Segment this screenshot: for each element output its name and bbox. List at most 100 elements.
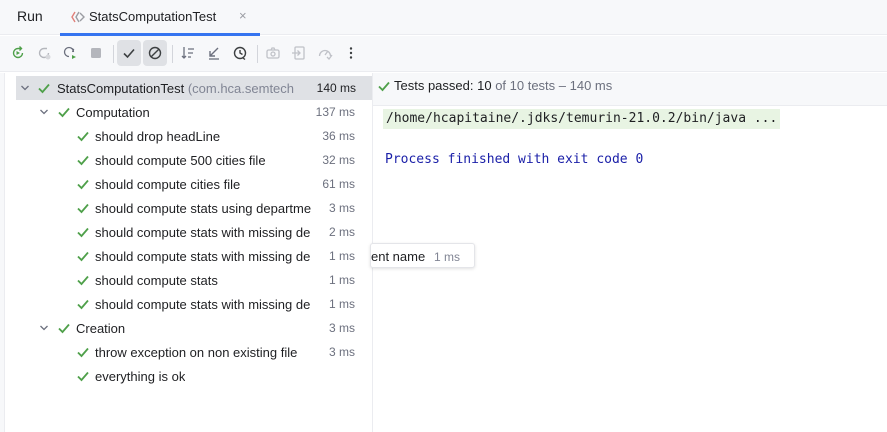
toggle-auto-test-button[interactable] (58, 40, 82, 66)
toolbar-separator (113, 45, 114, 63)
tree-row-group[interactable]: Computation 137 ms (5, 100, 372, 124)
import-tests-button[interactable] (287, 40, 311, 66)
tree-row-label: should drop headLine (95, 129, 221, 144)
passed-check-icon (77, 371, 89, 382)
collapse-all-icon (209, 47, 219, 60)
status-prefix: Tests passed: (394, 78, 478, 93)
tooltip-duration: 1 ms (434, 250, 461, 264)
test-duration: 1 ms (328, 297, 355, 311)
stop-icon (91, 48, 101, 58)
tests-passed-summary: Tests passed: 10 of 10 tests – 140 ms (394, 78, 612, 93)
tree-row-label: should compute stats with missing de (95, 249, 311, 264)
tree-row-label: StatsComputationTest (com.hca.semtech (57, 81, 294, 96)
tree-row-label: throw exception on non existing file (95, 345, 298, 360)
tree-row-label: everything is ok (95, 369, 186, 384)
chevron-down-icon[interactable] (38, 106, 50, 118)
test-duration: 2 ms (328, 225, 355, 239)
history-button[interactable] (228, 40, 252, 66)
passed-check-icon (77, 155, 89, 166)
test-duration: 140 ms (316, 81, 356, 95)
run-tool-window-title: Run (17, 8, 43, 24)
console-output[interactable]: /home/hcapitaine/.jdks/temurin-21.0.2/bi… (373, 106, 887, 432)
passed-check-icon (38, 83, 50, 94)
screenshot-icon (266, 47, 280, 59)
show-passed-toggle[interactable] (117, 40, 141, 66)
tree-row-test[interactable]: should drop headLine 36 ms (5, 124, 372, 148)
tree-row-label: should compute stats using departme (95, 201, 312, 216)
passed-check-icon (77, 347, 89, 358)
sort-alphabetically-button[interactable] (176, 40, 200, 66)
show-ignored-icon (148, 46, 162, 60)
test-duration: 61 ms (322, 177, 355, 191)
collapse-all-button[interactable] (202, 40, 226, 66)
close-tab-icon[interactable]: × (239, 8, 247, 23)
test-duration: 1 ms (328, 273, 355, 287)
tree-row-test[interactable]: throw exception on non existing file 3 m… (5, 340, 372, 364)
toolbar-separator (172, 45, 173, 63)
passed-check-icon (77, 275, 89, 286)
root-class-name: StatsComputationTest (57, 81, 185, 96)
passed-check-icon (77, 131, 89, 142)
passed-check-icon (378, 81, 390, 92)
coverage-icon (318, 49, 333, 60)
toolbar-separator (257, 45, 258, 63)
test-duration: 32 ms (322, 153, 355, 167)
test-duration: 137 ms (315, 105, 355, 119)
test-runner-toolbar (0, 36, 887, 72)
test-duration: 3 ms (328, 201, 355, 215)
passed-check-icon (77, 227, 89, 238)
tree-row-group[interactable]: Creation 3 ms (5, 316, 372, 340)
tree-row-test[interactable]: should compute stats with missing de 2 m… (5, 220, 372, 244)
tree-row-test[interactable]: should compute stats 1 ms (5, 268, 372, 292)
rerun-failed-button[interactable] (32, 40, 56, 66)
passed-check-icon (77, 299, 89, 310)
toggle-auto-test-icon (63, 46, 76, 59)
total-count: of 10 tests (491, 78, 556, 93)
rerun-icon (12, 46, 24, 59)
test-run-config-icon (70, 9, 86, 25)
history-icon (233, 46, 247, 61)
passed-check-icon (77, 251, 89, 262)
root-package-name: (com.hca.semtech (187, 81, 295, 96)
test-results-tree[interactable]: StatsComputationTest (com.hca.semtech 14… (0, 73, 373, 432)
sort-alphabetically-icon (181, 47, 194, 59)
import-tests-icon (292, 46, 305, 60)
passed-check-icon (77, 203, 89, 214)
test-duration: 3 ms (328, 345, 355, 359)
test-status-bar: Tests passed: 10 of 10 tests – 140 ms (373, 73, 887, 106)
chevron-down-icon[interactable] (19, 82, 31, 94)
passed-check-icon (58, 107, 70, 118)
passed-count: 10 (477, 78, 492, 93)
tree-row-label: Computation (76, 105, 150, 120)
coverage-button[interactable] (313, 40, 337, 66)
tree-row-test[interactable]: should compute cities file 61 ms (5, 172, 372, 196)
tree-row-test[interactable]: should compute 500 cities file 32 ms (5, 148, 372, 172)
tool-window-tab-bar: Run StatsComputationTest × (0, 0, 887, 36)
tab-stats-computation-test[interactable]: StatsComputationTest × (60, 0, 260, 36)
more-options-button[interactable] (339, 40, 363, 66)
show-ignored-toggle[interactable] (143, 40, 167, 66)
java-command-line[interactable]: /home/hcapitaine/.jdks/temurin-21.0.2/bi… (383, 109, 781, 129)
stop-button[interactable] (84, 40, 108, 66)
process-exit-message: Process finished with exit code 0 (385, 152, 644, 167)
passed-check-icon (58, 323, 70, 334)
tree-row-test[interactable]: should compute stats with missing de 1 m… (5, 244, 372, 268)
more-options-icon (349, 47, 353, 59)
tree-row-label: should compute stats with missing de (95, 225, 311, 240)
passed-check-icon (77, 179, 89, 190)
rerun-button[interactable] (6, 40, 30, 66)
total-duration: – 140 ms (555, 78, 613, 93)
tree-row-test[interactable]: should compute stats with missing de 1 m… (5, 292, 372, 316)
tree-row-root[interactable]: StatsComputationTest (com.hca.semtech 14… (16, 76, 372, 100)
tree-row-label: should compute stats (95, 273, 218, 288)
tooltip-text: ent name (371, 249, 426, 264)
chevron-down-icon[interactable] (38, 322, 50, 334)
tree-row-test[interactable]: should compute stats using departme 3 ms (5, 196, 372, 220)
truncated-name-tooltip: ent name 1 ms (370, 243, 475, 268)
rerun-failed-icon (38, 47, 51, 60)
tab-title: StatsComputationTest (89, 9, 217, 24)
screenshot-button[interactable] (261, 40, 285, 66)
tree-row-label: should compute cities file (95, 177, 241, 192)
test-duration: 36 ms (322, 129, 355, 143)
tree-row-test[interactable]: everything is ok (5, 364, 372, 388)
